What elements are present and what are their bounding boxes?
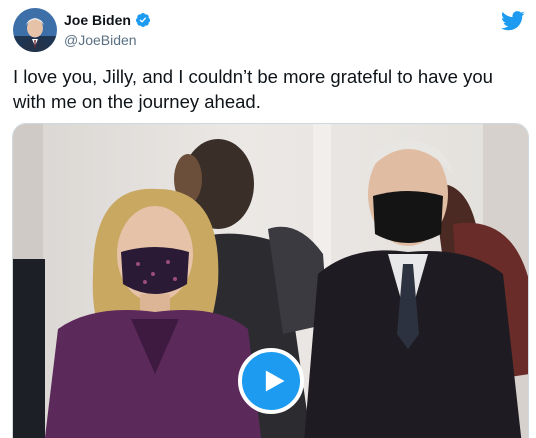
tweet-card: Joe Biden @JoeBiden I love you, Jilly, a…	[0, 0, 536, 438]
verified-badge-icon	[135, 13, 150, 27]
play-icon	[265, 370, 284, 392]
avatar-image	[13, 8, 57, 52]
video-player[interactable]	[12, 123, 529, 438]
author-info: Joe Biden @JoeBiden	[64, 11, 151, 49]
tweet-text: I love you, Jilly, and I couldn’t be mor…	[13, 66, 493, 112]
twitter-bird-icon[interactable]	[501, 11, 525, 31]
avatar[interactable]	[13, 8, 57, 52]
handle[interactable]: @JoeBiden	[64, 31, 151, 49]
play-button[interactable]	[238, 348, 304, 414]
display-name[interactable]: Joe Biden	[64, 11, 131, 29]
